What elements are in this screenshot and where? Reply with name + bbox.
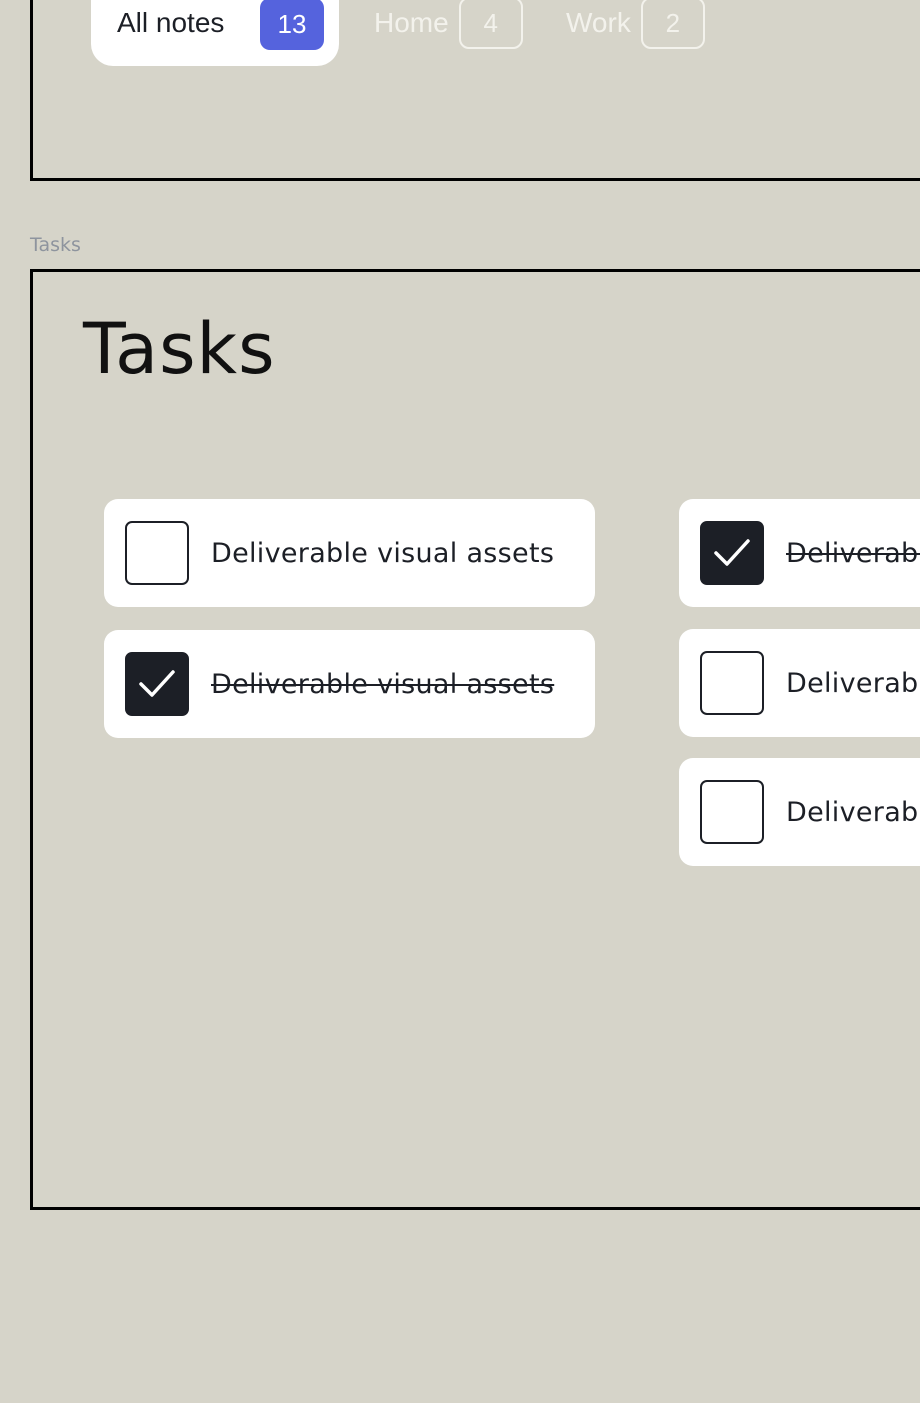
tab-label: Work	[566, 7, 631, 38]
task-label: Deliverable visual assets	[211, 537, 555, 569]
task-checkbox[interactable]	[700, 780, 764, 844]
tab-all-notes[interactable]: All notes 13	[91, 0, 339, 66]
checkmark-icon	[714, 539, 750, 566]
task-checkbox[interactable]	[125, 652, 189, 716]
task-label: Deliverable visual assets	[786, 537, 920, 569]
task-item: Deliverable visual assets	[679, 629, 920, 737]
tab-work[interactable]: Work 2	[566, 0, 705, 66]
tab-label: All notes	[117, 7, 225, 38]
task-item: Deliverable visual assets	[104, 630, 595, 738]
task-item: Deliverable visual assets	[104, 499, 595, 607]
task-label: Deliverable visual assets	[786, 667, 920, 699]
task-label: Deliverable visual assets	[786, 796, 920, 828]
count-badge: 2	[640, 0, 705, 49]
task-checkbox[interactable]	[700, 651, 764, 715]
task-item: Deliverable visual assets	[679, 499, 920, 607]
tasks-frame	[30, 269, 920, 1210]
task-label: Deliverable visual assets	[211, 668, 555, 700]
count-badge: 13	[260, 0, 324, 50]
task-checkbox[interactable]	[125, 521, 189, 585]
task-checkbox[interactable]	[700, 521, 764, 585]
page-title: Tasks	[83, 308, 276, 390]
tab-home[interactable]: Home 4	[374, 0, 523, 66]
tab-label: Home	[374, 7, 449, 38]
count-badge: 4	[458, 0, 523, 49]
task-item: Deliverable visual assets	[679, 758, 920, 866]
frame-label: Tasks	[30, 234, 81, 256]
checkmark-icon	[139, 670, 175, 697]
